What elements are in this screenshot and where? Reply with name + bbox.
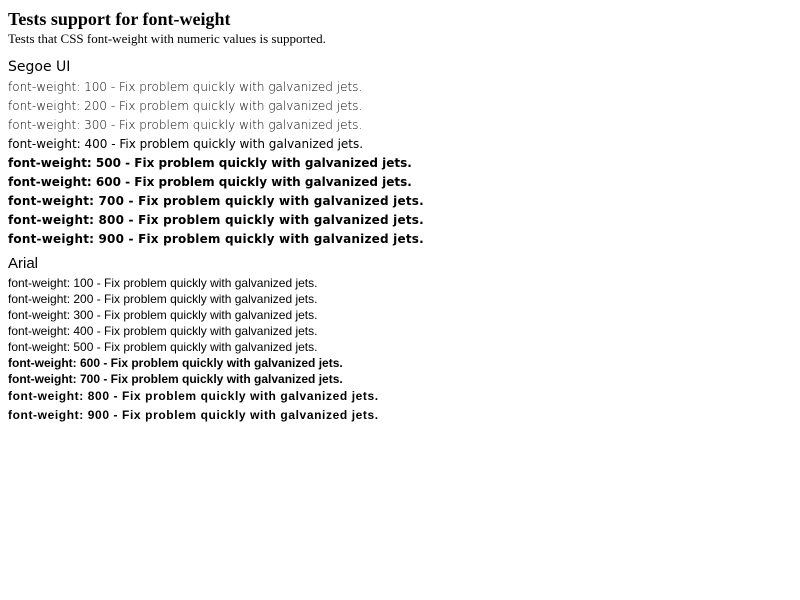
segoe-ui-section: Segoe UI font-weight: 100 - Fix problem …: [8, 58, 800, 249]
page-description: Tests that CSS font-weight with numeric …: [8, 31, 326, 46]
section-heading-arial: Arial: [8, 255, 39, 272]
weight-sample-600: font-weight: 600 - Fix problem quickly w…: [8, 175, 412, 189]
weight-sample-900: font-weight: 900 - Fix problem quickly w…: [8, 408, 379, 422]
weight-sample-900: font-weight: 900 - Fix problem quickly w…: [8, 232, 424, 246]
weight-sample-100: font-weight: 100 - Fix problem quickly w…: [8, 80, 363, 94]
arial-section: Arial font-weight: 100 - Fix problem qui…: [8, 255, 800, 425]
segoe-ui-weight-list: font-weight: 100 - Fix problem quickly w…: [8, 78, 800, 249]
weight-sample-500: font-weight: 500 - Fix problem quickly w…: [8, 156, 412, 170]
weight-sample-100: font-weight: 100 - Fix problem quickly w…: [8, 276, 318, 290]
weight-sample-800: font-weight: 800 - Fix problem quickly w…: [8, 213, 424, 227]
weight-sample-700: font-weight: 700 - Fix problem quickly w…: [8, 194, 424, 208]
weight-sample-200: font-weight: 200 - Fix problem quickly w…: [8, 99, 363, 113]
page-title: Tests support for font-weight: [8, 9, 231, 29]
weight-sample-500: font-weight: 500 - Fix problem quickly w…: [8, 340, 318, 354]
weight-sample-600: font-weight: 600 - Fix problem quickly w…: [8, 356, 343, 370]
arial-weight-list: font-weight: 100 - Fix problem quickly w…: [8, 275, 800, 425]
weight-sample-300: font-weight: 300 - Fix problem quickly w…: [8, 118, 363, 132]
test-page: Tests support for font-weight Tests that…: [0, 0, 800, 600]
weight-sample-300: font-weight: 300 - Fix problem quickly w…: [8, 308, 318, 322]
weight-sample-700: font-weight: 700 - Fix problem quickly w…: [8, 372, 343, 386]
weight-sample-200: font-weight: 200 - Fix problem quickly w…: [8, 292, 318, 306]
section-heading-segoe-ui: Segoe UI: [8, 59, 71, 75]
weight-sample-800: font-weight: 800 - Fix problem quickly w…: [8, 389, 379, 403]
weight-sample-400: font-weight: 400 - Fix problem quickly w…: [8, 137, 364, 151]
weight-sample-400: font-weight: 400 - Fix problem quickly w…: [8, 324, 318, 338]
